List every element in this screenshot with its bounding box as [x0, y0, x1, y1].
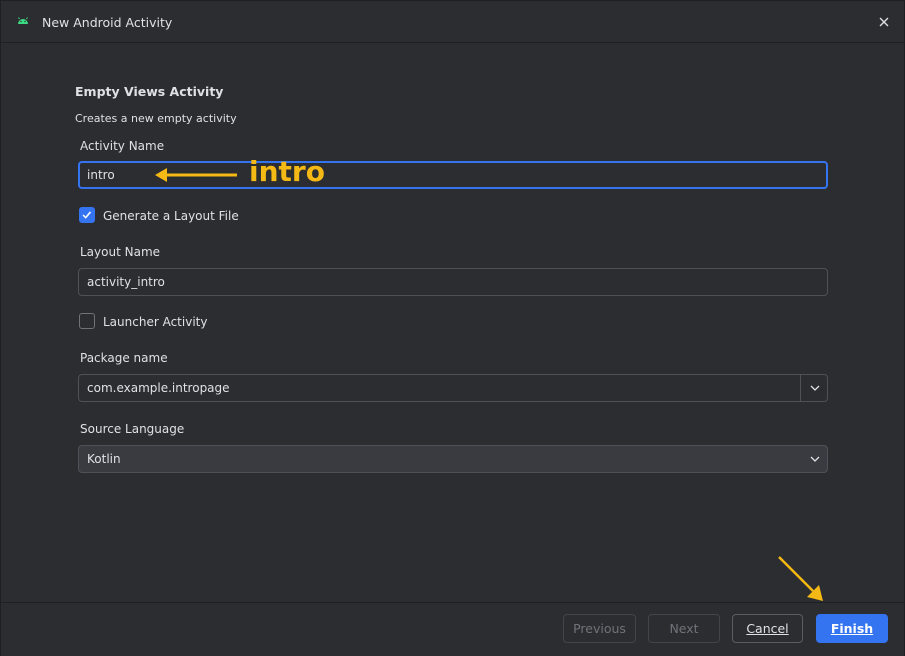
source-language-label: Source Language — [80, 422, 185, 436]
cancel-button[interactable]: Cancel — [732, 614, 803, 643]
checkmark-icon — [82, 211, 92, 219]
new-android-activity-dialog: New Android Activity Empty Views Activit… — [0, 0, 905, 656]
activity-name-value: intro — [87, 168, 115, 182]
launcher-activity-checkbox[interactable] — [79, 313, 95, 329]
dialog-title: New Android Activity — [42, 15, 173, 30]
chevron-down-icon — [810, 456, 820, 462]
source-language-value: Kotlin — [87, 452, 121, 466]
package-name-combobox[interactable]: com.example.intropage — [78, 374, 828, 402]
dialog-footer: Previous Next Cancel Finish — [1, 602, 904, 656]
layout-name-input[interactable]: activity_intro — [78, 268, 828, 296]
combo-separator — [800, 375, 801, 401]
package-name-value: com.example.intropage — [87, 381, 230, 395]
activity-name-label: Activity Name — [80, 139, 165, 153]
finish-button[interactable]: Finish — [816, 614, 888, 643]
layout-name-label: Layout Name — [80, 245, 161, 259]
package-name-label: Package name — [80, 351, 168, 365]
annotation-text: intro — [249, 155, 325, 188]
finish-button-label: Finish — [830, 621, 874, 636]
close-icon[interactable] — [875, 13, 893, 31]
cancel-button-label: Cancel — [746, 621, 789, 636]
android-icon — [18, 17, 28, 24]
layout-name-value: activity_intro — [87, 275, 165, 289]
activity-type-description: Creates a new empty activity — [75, 112, 237, 125]
title-bar: New Android Activity — [1, 1, 904, 43]
generate-layout-checkbox[interactable] — [79, 207, 95, 223]
generate-layout-label: Generate a Layout File — [103, 209, 239, 223]
activity-type-heading: Empty Views Activity — [75, 84, 224, 99]
annotation-arrow-down-right-icon — [778, 556, 823, 601]
next-button[interactable]: Next — [648, 614, 720, 643]
chevron-down-icon[interactable] — [809, 383, 821, 393]
previous-button[interactable]: Previous — [563, 614, 636, 643]
launcher-activity-label: Launcher Activity — [103, 315, 208, 329]
source-language-select[interactable]: Kotlin — [78, 445, 828, 473]
annotation-arrow-left-icon — [155, 168, 237, 182]
